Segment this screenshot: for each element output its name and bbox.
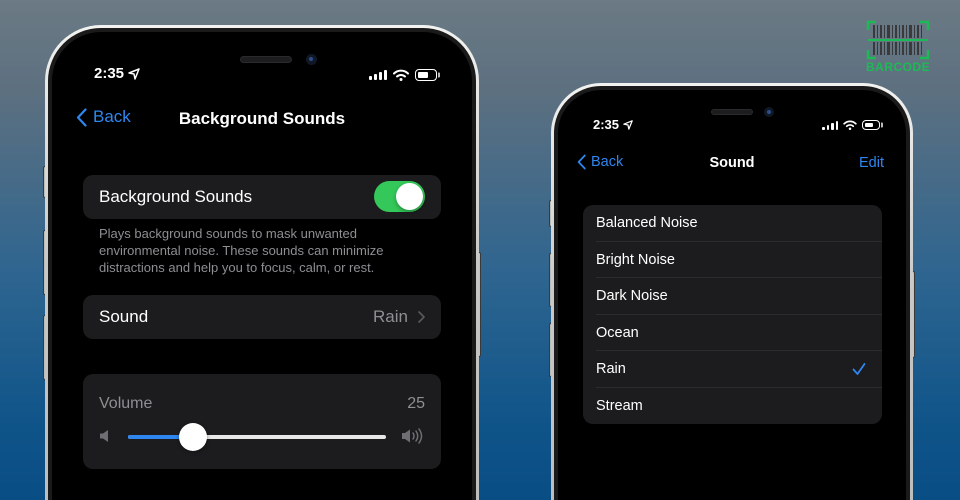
sound-option-dark-noise[interactable]: Dark Noise <box>583 278 882 315</box>
sound-option-label: Stream <box>596 397 643 414</box>
wifi-icon <box>393 69 409 81</box>
phone-left: 2:35 Back Background Sounds Background S… <box>45 25 479 500</box>
status-bar-indicators <box>822 120 880 130</box>
time-text: 2:35 <box>593 117 620 132</box>
sound-option-bright-noise[interactable]: Bright Noise <box>583 242 882 278</box>
speaker-low-icon <box>100 430 108 442</box>
sound-option-stream[interactable]: Stream <box>583 388 882 425</box>
earpiece-speaker <box>711 109 753 115</box>
battery-level <box>865 123 873 127</box>
sound-list: Balanced Noise Bright Noise Dark Noise Ocea… <box>583 205 882 424</box>
volume-value: 25 <box>407 395 425 412</box>
status-bar-time: 2:35 <box>94 65 140 82</box>
background-sounds-toggle-row: Background Sounds <box>83 175 441 219</box>
location-arrow-icon <box>128 67 140 80</box>
status-bar-indicators <box>369 69 437 81</box>
sound-option-label: Ocean <box>596 324 639 341</box>
battery-icon <box>415 69 437 81</box>
sound-option-label: Rain <box>596 361 626 378</box>
sound-value: Rain <box>373 307 425 327</box>
chevron-right-icon <box>418 311 425 323</box>
barcode-logo: BARCODE <box>866 20 930 74</box>
page-title: Background Sounds <box>178 109 346 128</box>
sound-row[interactable]: Sound Rain <box>83 295 441 339</box>
background-sounds-description: Plays background sounds to mask unwanted… <box>99 226 384 275</box>
sound-option-label: Dark Noise <box>596 288 668 305</box>
speaker-high-icon <box>402 428 423 444</box>
status-bar-time: 2:35 <box>593 117 633 132</box>
toggle-knob <box>396 183 423 210</box>
cellular-signal-icon <box>369 70 387 80</box>
logo-text: BARCODE <box>866 60 931 74</box>
phone-right: 2:35 Back Sound Edit Balanced Noise Brig… <box>551 83 913 500</box>
sound-option-label: Bright Noise <box>596 251 675 268</box>
sound-option-balanced-noise[interactable]: Balanced Noise <box>583 205 882 242</box>
volume-group: Volume 25 <box>83 374 441 469</box>
background-sounds-toggle[interactable] <box>374 181 425 212</box>
sound-selection-screen: 2:35 Back Sound Edit Balanced Noise Brig… <box>558 90 906 500</box>
earpiece-speaker <box>240 56 292 63</box>
location-arrow-icon <box>623 119 633 130</box>
sound-option-ocean[interactable]: Ocean <box>583 315 882 351</box>
cellular-signal-icon <box>822 120 838 130</box>
background-sounds-screen: 2:35 Back Background Sounds Background S… <box>52 32 472 500</box>
sound-label: Sound <box>99 307 149 326</box>
sound-option-rain[interactable]: Rain <box>583 351 882 388</box>
sound-value-text: Rain <box>373 307 408 326</box>
battery-icon <box>862 120 880 130</box>
volume-slider-thumb[interactable] <box>178 423 207 451</box>
checkmark-icon <box>852 363 866 376</box>
volume-label: Volume <box>99 395 153 412</box>
volume-slider[interactable] <box>128 423 386 451</box>
background-sounds-label: Background Sounds <box>99 187 253 206</box>
page-title: Sound <box>709 155 755 171</box>
sound-option-label: Balanced Noise <box>596 215 698 232</box>
edit-button[interactable]: Edit <box>859 155 884 171</box>
front-camera <box>764 107 774 117</box>
wifi-icon <box>843 120 857 130</box>
time-text: 2:35 <box>94 65 125 82</box>
front-camera <box>306 54 317 65</box>
battery-level <box>418 72 428 78</box>
